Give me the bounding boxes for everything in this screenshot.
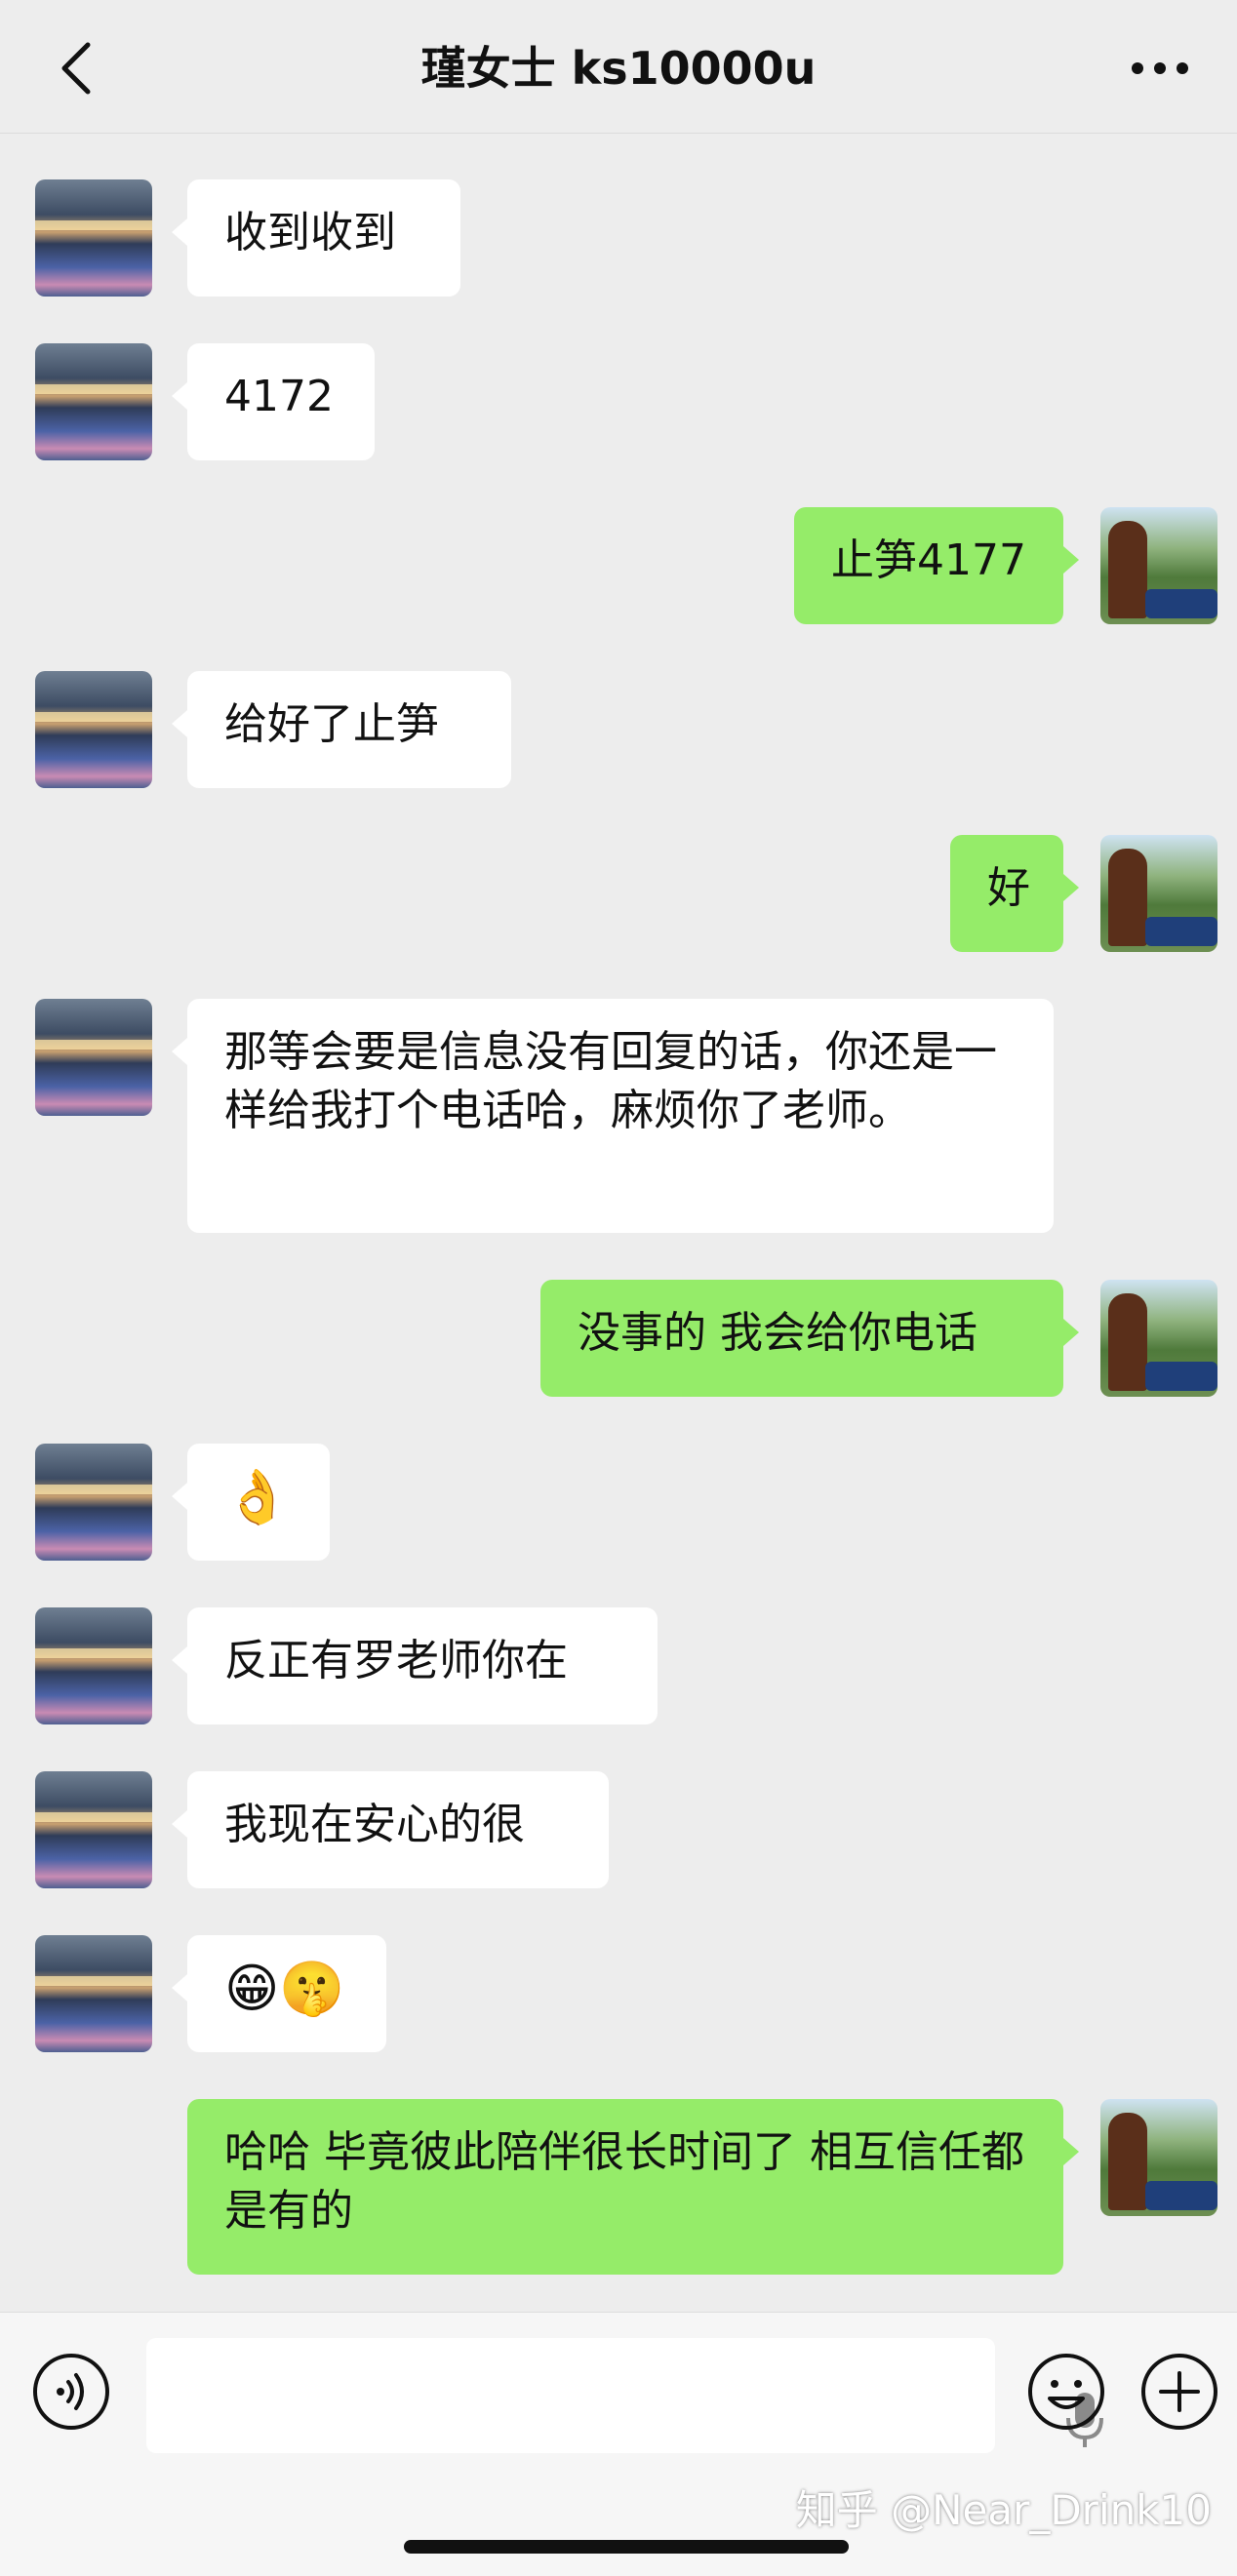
more-icon[interactable] [1126,47,1194,90]
emoji-icon[interactable] [1026,2352,1106,2432]
contact-avatar[interactable] [35,343,152,460]
contact-avatar[interactable] [35,1935,152,2052]
message-bubble-outgoing[interactable]: 没事的 我会给你电话 [540,1280,1079,1397]
message-bubble-incoming[interactable]: 😁🤫 [172,1935,386,2052]
contact-avatar[interactable] [35,1607,152,1724]
contact-avatar[interactable] [35,1771,152,1888]
message-bubble-outgoing[interactable]: 止笋4177 [794,507,1079,624]
message-text: 那等会要是信息没有回复的话，你还是一样给我打个电话哈，麻烦你了老师。 [224,1027,997,1135]
my-avatar[interactable] [1100,835,1217,952]
message-text: 没事的 我会给你电话 [578,1308,978,1358]
message-input[interactable] [146,2338,1103,2453]
chat-title: 瑾女士 ks10000u [420,42,817,95]
ok-hand-emoji: 👌 [224,1466,291,1527]
message-bubble-incoming[interactable]: 我现在安心的很 [172,1771,609,1888]
watermark: 知乎 @Near_Drink10 [795,2486,1212,2534]
contact-avatar[interactable] [35,1444,152,1561]
contact-avatar[interactable] [35,999,152,1116]
plus-icon[interactable] [1139,2352,1219,2432]
message-text: 好 [987,863,1030,913]
message-bubble-incoming[interactable]: 那等会要是信息没有回复的话，你还是一样给我打个电话哈，麻烦你了老师。 [172,999,1054,1233]
message-text: 止笋4177 [831,535,1026,585]
message-text: 给好了止笋 [224,699,439,749]
my-avatar[interactable] [1100,507,1217,624]
my-avatar[interactable] [1100,2099,1217,2216]
message-text: 收到收到 [224,208,396,258]
voice-icon[interactable] [31,2352,111,2432]
emoji-message: 😁🤫 [224,1958,345,2019]
message-text: 哈哈 毕竟彼此陪伴很长时间了 相互信任都是有的 [224,2127,1024,2236]
message-bubble-outgoing[interactable]: 好 [950,835,1079,952]
contact-avatar[interactable] [35,179,152,297]
message-bubble-incoming[interactable]: 收到收到 [172,179,460,297]
message-bubble-incoming[interactable]: 反正有罗老师你在 [172,1607,658,1724]
home-indicator[interactable] [404,2540,849,2554]
message-bubble-incoming[interactable]: 给好了止笋 [172,671,511,788]
message-text: 4172 [224,372,334,421]
my-avatar[interactable] [1100,1280,1217,1397]
message-bubble-outgoing[interactable]: 哈哈 毕竟彼此陪伴很长时间了 相互信任都是有的 [187,2099,1079,2275]
message-text: 反正有罗老师你在 [224,1636,568,1685]
message-bubble-incoming[interactable]: 👌 [172,1444,330,1561]
chat-header: 瑾女士 ks10000u [0,0,1237,134]
contact-avatar[interactable] [35,671,152,788]
message-text: 我现在安心的很 [224,1800,525,1849]
message-bubble-incoming[interactable]: 4172 [172,343,375,460]
